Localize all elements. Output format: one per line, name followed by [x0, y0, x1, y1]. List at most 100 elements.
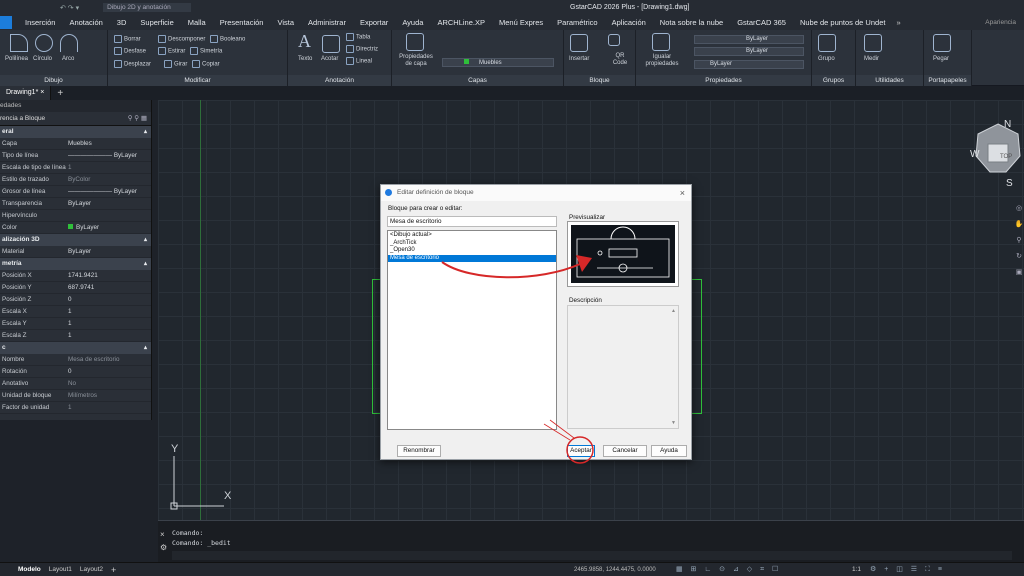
property-value[interactable]: Mesa de escritorio — [68, 356, 151, 363]
layer-combo[interactable]: Muebles — [442, 58, 554, 67]
booleano-button[interactable]: Booleano — [210, 35, 245, 43]
close-icon[interactable]: × — [40, 89, 44, 96]
object-selector[interactable]: rencia a Bloque ⚲ ⚲ ▦ — [0, 112, 151, 126]
workspace-select[interactable]: Dibujo 2D y anotación — [103, 3, 191, 12]
property-row[interactable]: Anotativo No — [0, 378, 151, 390]
property-row[interactable]: Tipo de línea ——————— ByLayer — [0, 150, 151, 162]
property-value[interactable]: ByLayer — [68, 248, 151, 255]
scroll-down-icon[interactable]: ▼ — [671, 420, 676, 426]
dimension-icon[interactable] — [322, 35, 340, 53]
polyline-icon[interactable] — [10, 34, 28, 52]
ribbon-tab-14[interactable]: Nota sobre la nube — [653, 18, 730, 27]
ribbon-tab-4[interactable]: Malla — [181, 18, 213, 27]
qr-code-icon[interactable] — [608, 34, 620, 46]
property-row[interactable]: Color ByLayer — [0, 222, 151, 234]
directriz-button[interactable]: Directriz — [346, 45, 378, 53]
props-section-header[interactable]: c ▴ — [0, 342, 151, 354]
paste-icon[interactable] — [933, 34, 951, 52]
ok-button[interactable]: Aceptar — [567, 445, 595, 457]
appearance-menu[interactable]: Apariencia — [985, 19, 1016, 26]
property-value[interactable]: 0 — [68, 368, 151, 375]
add-layout-icon[interactable]: + — [107, 565, 120, 575]
property-row[interactable]: Escala de tipo de línea 1 — [0, 162, 151, 174]
estirar-button[interactable]: Estirar — [158, 47, 185, 55]
property-row[interactable]: Escala X 1 — [0, 306, 151, 318]
property-value[interactable]: ——————— ByLayer — [68, 152, 151, 159]
ribbon-tab-15[interactable]: GstarCAD 365 — [730, 18, 793, 27]
property-row[interactable]: Escala Z 1 — [0, 330, 151, 342]
tab-model[interactable]: Modelo — [14, 566, 45, 573]
block-list[interactable]: <Dibujo actual> _ArchTick _Open30 Mesa de e… — [387, 230, 557, 430]
property-value[interactable]: 0 — [68, 296, 151, 303]
property-value[interactable]: 1 — [68, 320, 151, 327]
block-list-item[interactable]: _ArchTick — [388, 240, 556, 248]
property-value[interactable]: ByLayer — [68, 200, 151, 207]
block-list-item[interactable]: <Dibujo actual> — [388, 232, 556, 240]
lineweight-combo[interactable]: ByLayer — [694, 60, 804, 69]
collapse-icon[interactable]: ▴ — [144, 342, 147, 354]
rename-button[interactable]: Renombrar — [397, 445, 441, 457]
collapse-icon[interactable]: ▴ — [144, 234, 147, 246]
dialog-close-icon[interactable]: × — [680, 185, 685, 201]
property-row[interactable]: Posición Z 0 — [0, 294, 151, 306]
block-name-input[interactable]: Mesa de escritorio — [387, 216, 557, 227]
property-row[interactable]: Factor de unidad 1 — [0, 402, 151, 414]
cmd-input[interactable] — [172, 551, 1012, 560]
props-section-header[interactable]: metría ▴ — [0, 258, 151, 270]
property-row[interactable]: Posición Y 687.9741 — [0, 282, 151, 294]
quick-select-icon[interactable]: ⚲ ⚲ ▦ — [128, 112, 147, 126]
status-right-icons[interactable]: ⚙ + ◫ ☰ ⛶ ≡ — [870, 565, 945, 574]
property-row[interactable]: Escala Y 1 — [0, 318, 151, 330]
showmotion-icon[interactable]: ▣ — [1016, 268, 1023, 276]
measure-icon[interactable] — [864, 34, 882, 52]
layer-properties-icon[interactable] — [406, 33, 424, 51]
ribbon-tab-16[interactable]: Nube de puntos de Undet — [793, 18, 892, 27]
property-value[interactable]: 1 — [68, 164, 151, 171]
property-value[interactable]: Muebles — [68, 140, 151, 147]
circle-icon[interactable] — [35, 34, 53, 52]
annotation-scale[interactable]: 1:1 — [852, 566, 861, 573]
property-row[interactable]: Transparencia ByLayer — [0, 198, 151, 210]
text-icon[interactable]: A — [298, 31, 311, 52]
property-value[interactable]: ——————— ByLayer — [68, 188, 151, 195]
group-icon[interactable] — [818, 34, 836, 52]
ribbon-tab-12[interactable]: Paramétrico — [550, 18, 604, 27]
girar-button[interactable]: Girar — [164, 60, 187, 68]
ribbon-tab-0[interactable]: Inserción — [18, 18, 62, 27]
property-value[interactable]: 1 — [68, 308, 151, 315]
description-box[interactable]: ▲ ▼ — [567, 305, 679, 429]
ribbon-tab-8[interactable]: Exportar — [353, 18, 395, 27]
orbit-icon[interactable]: ↻ — [1016, 252, 1022, 260]
property-row[interactable]: Capa Muebles — [0, 138, 151, 150]
color-combo[interactable]: ByLayer — [694, 35, 804, 44]
property-row[interactable]: Material ByLayer — [0, 246, 151, 258]
property-value[interactable]: ByLayer — [68, 224, 151, 231]
match-properties-icon[interactable] — [652, 33, 670, 51]
copiar-button[interactable]: Copiar — [192, 60, 220, 68]
property-row[interactable]: Unidad de bloque Milímetros — [0, 390, 151, 402]
ribbon-tab-2[interactable]: 3D — [110, 18, 134, 27]
property-row[interactable]: Posición X 1741.9421 — [0, 270, 151, 282]
ribbon-tab-1[interactable]: Anotación — [62, 18, 109, 27]
property-row[interactable]: Nombre Mesa de escritorio — [0, 354, 151, 366]
cmd-close-icon[interactable]: × — [160, 530, 165, 539]
pan-icon[interactable]: ✋ — [1015, 220, 1024, 228]
property-row[interactable]: Rotación 0 — [0, 366, 151, 378]
scroll-up-icon[interactable]: ▲ — [671, 308, 676, 314]
ribbon-tab-13[interactable]: Aplicación — [605, 18, 653, 27]
nav-wheel-icon[interactable]: ◎ — [1016, 204, 1022, 212]
collapse-icon[interactable]: ▴ — [144, 126, 147, 138]
ribbon-tab-10[interactable]: ARCHLine.XP — [430, 18, 492, 27]
property-value[interactable]: 1 — [68, 404, 151, 411]
property-row[interactable]: Estilo de trazado ByColor — [0, 174, 151, 186]
ribbon-tab-7[interactable]: Administrar — [301, 18, 353, 27]
ribbon-tab-3[interactable]: Superficie — [133, 18, 180, 27]
property-value[interactable]: No — [68, 380, 151, 387]
zoom-icon[interactable]: ⚲ — [1016, 236, 1021, 244]
property-value[interactable]: Milímetros — [68, 392, 151, 399]
property-value[interactable]: 1741.9421 — [68, 272, 151, 279]
props-section-header[interactable]: alización 3D ▴ — [0, 234, 151, 246]
collapse-icon[interactable]: ▴ — [144, 258, 147, 270]
property-value[interactable]: 687.9741 — [68, 284, 151, 291]
property-value[interactable]: 1 — [68, 332, 151, 339]
